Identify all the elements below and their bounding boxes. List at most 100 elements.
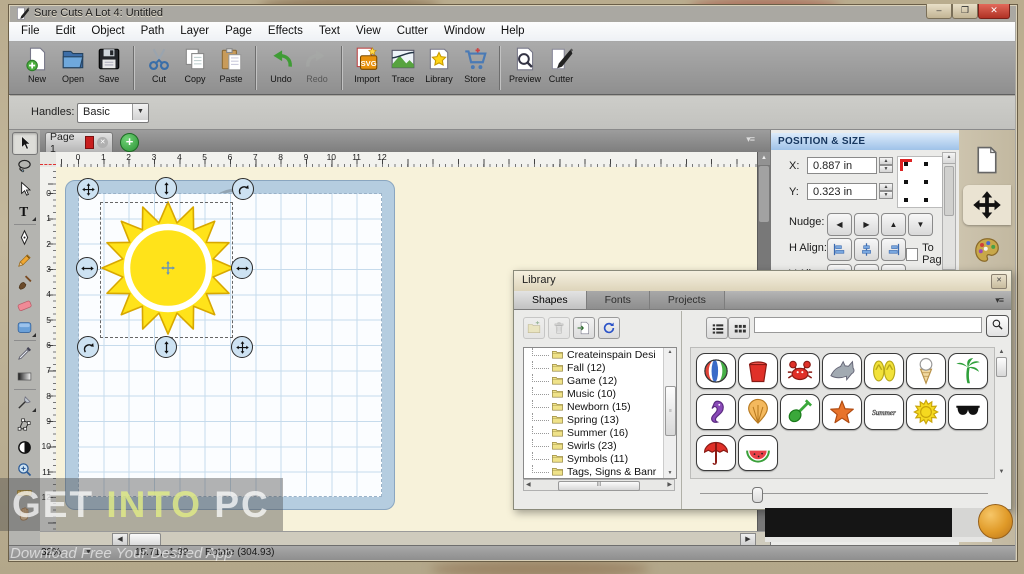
shape-sunglasses[interactable] [948,394,988,430]
shape-palm-tree[interactable] [948,353,988,389]
library-folder[interactable]: Game (12) [524,374,676,387]
slider-thumb[interactable] [752,487,763,503]
toolbar-redo-button[interactable]: Redo [300,45,334,91]
handle-tr[interactable] [232,178,254,200]
menu-effects[interactable]: Effects [260,22,311,41]
tab-appearance[interactable] [963,230,1011,270]
library-folder[interactable]: Fall (12) [524,361,676,374]
canvas-horizontal-scrollbar[interactable]: ◀ ▶ [40,531,770,546]
menu-file[interactable]: File [13,22,48,41]
library-folder[interactable]: Newborn (15) [524,400,676,413]
toolbar-copy-button[interactable]: Copy [178,45,212,91]
toolbar-open-button[interactable]: Open [56,45,90,91]
grid-view-button[interactable] [728,317,750,339]
nudge-button-0[interactable]: ◀ [827,213,852,236]
menu-object[interactable]: Object [83,22,132,41]
library-window[interactable]: Library ✕ ShapesFontsProjects ▾≡ Createi… [513,270,1012,510]
fillstroke-tool[interactable] [13,437,37,458]
library-tab-projects[interactable]: Projects [650,291,725,309]
brush-tool[interactable] [13,272,37,293]
scrollbar-thumb[interactable]: ≡ [665,386,676,436]
scrollbar-thumb[interactable] [944,166,954,216]
library-title-bar[interactable]: Library ✕ [514,271,1011,292]
library-tab-menu-icon[interactable]: ▾≡ [995,295,1003,306]
zoom-tool[interactable] [13,459,37,480]
pencil-tool[interactable] [13,250,37,271]
handle-bc[interactable] [155,336,177,358]
direct-select-tool[interactable] [13,179,37,200]
add-page-button[interactable]: + [120,133,139,152]
menu-help[interactable]: Help [493,22,533,41]
handle-tl[interactable] [77,178,99,200]
halign-right-button[interactable] [881,238,906,261]
shape-ice-cream[interactable] [906,353,946,389]
library-folder[interactable]: Summer (16) [524,426,676,439]
nudge-button-3[interactable]: ▼ [908,213,933,236]
toolbar-new-button[interactable]: New [20,45,54,91]
toolbar-trace-button[interactable]: Trace [386,45,420,91]
shape-sun[interactable] [906,394,946,430]
maximize-button[interactable]: ❐ [952,4,978,19]
library-close-button[interactable]: ✕ [991,274,1007,289]
handle-br[interactable] [231,336,253,358]
checkbox-icon[interactable] [906,248,918,261]
eraser-tool[interactable] [13,295,37,316]
shape-watermelon[interactable] [738,435,778,471]
toolbar-preview-button[interactable]: Preview [508,45,542,91]
x-stepper[interactable]: ▲▼ [879,157,893,174]
handle-ml[interactable] [76,257,98,279]
menu-page[interactable]: Page [217,22,260,41]
shape-seashell[interactable] [738,394,778,430]
shape-flip-flops[interactable] [864,353,904,389]
nodes-tool[interactable] [13,414,37,435]
shape-beach-ball[interactable] [696,353,736,389]
menu-path[interactable]: Path [133,22,173,41]
scroll-up-icon[interactable]: ▲ [943,153,955,164]
library-folder[interactable]: Tags, Signs & Banr [524,465,676,478]
pen-tool[interactable] [13,227,37,248]
toolbar-save-button[interactable]: Save [92,45,126,91]
list-view-button[interactable] [706,317,728,339]
handle-mr[interactable] [231,257,253,279]
menu-view[interactable]: View [348,22,389,41]
library-folder[interactable]: Swirls (23) [524,439,676,452]
scroll-left-icon[interactable]: ◀ [526,481,531,488]
library-folder[interactable]: Music (10) [524,387,676,400]
y-input[interactable]: 0.323 in [807,183,877,200]
menu-cutter[interactable]: Cutter [389,22,436,41]
page-close-icon[interactable]: ✕ [97,137,108,148]
library-folder[interactable]: Spring (13) [524,413,676,426]
gradient-tool[interactable] [13,366,37,387]
trash-button[interactable] [548,317,570,339]
page-color-swatch[interactable] [85,136,94,149]
shape-summer-text[interactable]: Summer [864,394,904,430]
shape-seahorse[interactable] [696,394,736,430]
thumbnail-size-slider[interactable] [700,487,988,501]
search-button[interactable] [986,315,1009,337]
shape-bucket[interactable] [738,353,778,389]
tab-position-size[interactable] [963,185,1011,225]
handles-dropdown[interactable]: Basic ▼ [77,103,149,123]
menu-layer[interactable]: Layer [172,22,217,41]
nudge-button-1[interactable]: ▶ [854,213,879,236]
handle-bl[interactable] [77,336,99,358]
toolbar-store-button[interactable]: Store [458,45,492,91]
toolbar-import-button[interactable]: SVGImport [350,45,384,91]
shape-tool[interactable] [13,317,37,338]
search-input[interactable] [754,317,982,333]
menu-text[interactable]: Text [311,22,348,41]
library-tab-fonts[interactable]: Fonts [587,291,650,309]
tab-document[interactable] [963,140,1011,180]
select-tool[interactable] [12,132,38,155]
close-button[interactable]: ✕ [978,4,1010,19]
shape-shovel[interactable] [780,394,820,430]
title-bar[interactable]: Sure Cuts A Lot 4: Untitled – ❐ ✕ [8,4,1016,22]
scrollbar-thumb[interactable] [759,166,769,222]
halign-left-button[interactable] [827,238,852,261]
shape-umbrella[interactable] [696,435,736,471]
text-tool[interactable]: T [13,201,37,222]
panel-menu-icon[interactable]: ▾≡ [746,134,754,145]
y-stepper[interactable]: ▲▼ [879,183,893,200]
panel-scrollbar[interactable]: ▲ [942,152,956,270]
handle-tc[interactable] [155,177,177,199]
